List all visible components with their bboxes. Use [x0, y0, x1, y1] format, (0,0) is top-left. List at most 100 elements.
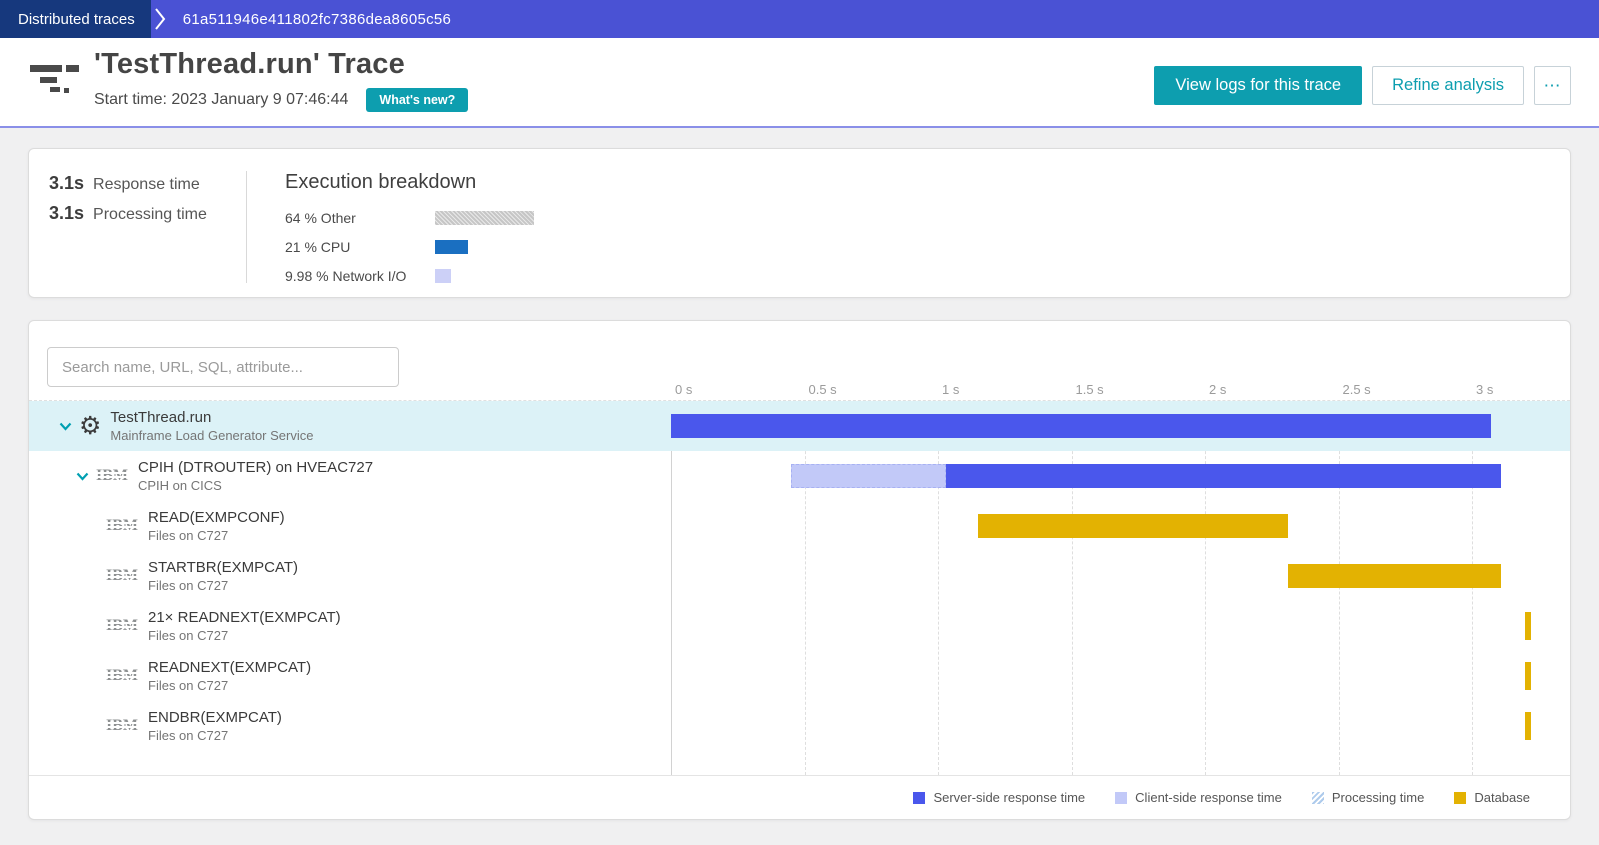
- trace-row-tree-cell: IBM 21× READNEXT(EXMPCAT) Files on C727: [29, 601, 671, 651]
- span-service: Files on C727: [148, 528, 229, 543]
- span-name: READNEXT(EXMPCAT): [148, 659, 312, 676]
- breadcrumb-distributed-traces[interactable]: Distributed traces: [0, 0, 151, 38]
- trace-row-labels: READ(EXMPCONF) Files on C727: [148, 508, 285, 544]
- metric-value: 3.1s: [49, 203, 85, 223]
- span-service: CPIH on CICS: [138, 478, 222, 493]
- trace-row-tree-cell: IBM ENDBR(EXMPCAT) Files on C727: [29, 701, 671, 751]
- trace-row-chart-cell: [671, 601, 1570, 651]
- span-service: Files on C727: [148, 578, 229, 593]
- axis-tick-label: 1 s: [942, 382, 960, 397]
- legend-label: Processing time: [1331, 790, 1425, 805]
- timing-bar-database[interactable]: [978, 514, 1288, 538]
- trace-row-chart-cell: [671, 401, 1570, 451]
- legend-item-server: Server-side response time: [913, 790, 1085, 805]
- trace-row-chart-cell: [671, 701, 1570, 751]
- trace-row-chart-cell: [671, 551, 1570, 601]
- axis-tick-label: 0 s: [675, 382, 693, 397]
- whats-new-badge[interactable]: What's new?: [366, 88, 469, 112]
- trace-row-tree-cell: ⚙ TestThread.run Mainframe Load Generator …: [29, 401, 671, 451]
- timing-bar-database[interactable]: [1287, 564, 1502, 588]
- metric-label: Response time: [93, 176, 200, 193]
- span-name: ENDBR(EXMPCAT): [148, 709, 282, 726]
- breadcrumb-trace-id[interactable]: 61a511946e411802fc7386dea8605c56: [171, 0, 451, 38]
- trace-row-chart-cell: [671, 451, 1570, 501]
- trace-row-labels: CPIH (DTROUTER) on HVEAC727 CPIH on CICS: [138, 458, 373, 494]
- top-breadcrumb-bar: Distributed traces 61a511946e411802fc738…: [0, 0, 1599, 38]
- legend-label: Server-side response time: [933, 790, 1086, 805]
- metric-value: 3.1s: [49, 173, 85, 193]
- timing-bar-database[interactable]: [1525, 712, 1531, 740]
- axis-tick-label: 2 s: [1209, 382, 1227, 397]
- more-actions-button[interactable]: ⋯: [1534, 66, 1571, 105]
- timing-metrics: 3.1s Response time 3.1s Processing time: [49, 171, 246, 297]
- legend-swatch-database: [1454, 791, 1467, 804]
- metric-label: Processing time: [93, 206, 207, 223]
- page-title: 'TestThread.run' Trace: [94, 48, 405, 80]
- breakdown-bar-cpu: [435, 240, 468, 254]
- chart-legend: Server-side response time Client-side res…: [29, 775, 1570, 819]
- timing-bar-server[interactable]: [671, 414, 1491, 438]
- chevron-down-icon[interactable]: [59, 422, 72, 431]
- breakdown-bar-network: [435, 269, 451, 283]
- chevron-down-icon[interactable]: [76, 472, 89, 481]
- ibm-logo-icon: IBM: [106, 717, 138, 734]
- legend-item-database: Database: [1454, 790, 1530, 805]
- axis-tick-label: 2.5 s: [1342, 382, 1371, 397]
- legend-label: Database: [1474, 790, 1530, 805]
- metric-row: 3.1s Processing time: [49, 203, 246, 224]
- breakdown-label: 64 % Other: [285, 210, 356, 226]
- breakdown-label: 21 % CPU: [285, 239, 351, 255]
- legend-swatch-processing: [1311, 791, 1324, 804]
- vertical-divider: [246, 171, 247, 283]
- timing-bar-database[interactable]: [1525, 612, 1531, 640]
- breakdown-row: 21 % CPU: [285, 239, 534, 255]
- trace-row[interactable]: IBM READNEXT(EXMPCAT) Files on C727: [29, 651, 1570, 701]
- span-service: Files on C727: [148, 728, 229, 743]
- trace-row-tree-cell: IBM STARTBR(EXMPCAT) Files on C727: [29, 551, 671, 601]
- ibm-logo-icon: IBM: [106, 567, 138, 584]
- trace-row[interactable]: IBM ENDBR(EXMPCAT) Files on C727: [29, 701, 1570, 751]
- trace-row[interactable]: ⚙ TestThread.run Mainframe Load Generator …: [29, 401, 1570, 451]
- breadcrumb-chevron-icon: [153, 0, 167, 38]
- axis-tick-label: 0.5 s: [808, 382, 837, 397]
- trace-row[interactable]: IBM STARTBR(EXMPCAT) Files on C727: [29, 551, 1570, 601]
- trace-row-chart-cell: [671, 501, 1570, 551]
- breakdown-row: 9.98 % Network I/O: [285, 268, 534, 284]
- trace-row-labels: ENDBR(EXMPCAT) Files on C727: [148, 708, 282, 744]
- trace-waterfall-icon: [28, 52, 84, 100]
- trace-row[interactable]: IBM READ(EXMPCONF) Files on C727: [29, 501, 1570, 551]
- trace-row-tree-cell: IBM CPIH (DTROUTER) on HVEAC727 CPIH on CI…: [29, 451, 671, 501]
- trace-row[interactable]: IBM CPIH (DTROUTER) on HVEAC727 CPIH on CI…: [29, 451, 1570, 501]
- view-logs-button[interactable]: View logs for this trace: [1154, 66, 1363, 105]
- legend-item-processing: Processing time: [1311, 790, 1425, 805]
- service-gear-icon: ⚙: [79, 411, 102, 440]
- breakdown-label: 9.98 % Network I/O: [285, 268, 407, 284]
- page-header: 'TestThread.run' Trace Start time: 2023 …: [0, 38, 1599, 128]
- timing-bar-database[interactable]: [1525, 662, 1531, 690]
- timing-bar-server[interactable]: [946, 464, 1502, 488]
- timing-bar-client[interactable]: [791, 464, 946, 488]
- span-name: READ(EXMPCONF): [148, 509, 285, 526]
- execution-breakdown: Execution breakdown 64 % Other 21 % CPU 9.…: [285, 171, 535, 297]
- summary-card: 3.1s Response time 3.1s Processing time Exe…: [28, 148, 1571, 298]
- trace-row-labels: STARTBR(EXMPCAT) Files on C727: [148, 558, 298, 594]
- start-time-label: Start time: 2023 January 9 07:46:44: [94, 91, 349, 108]
- trace-row-tree-cell: IBM READ(EXMPCONF) Files on C727: [29, 501, 671, 551]
- trace-tree: ⚙ TestThread.run Mainframe Load Generator …: [29, 401, 1570, 751]
- trace-row-labels: TestThread.run Mainframe Load Generator S…: [110, 408, 313, 444]
- breadcrumb-label: Distributed traces: [18, 10, 135, 28]
- ibm-logo-icon: IBM: [106, 517, 138, 534]
- legend-label: Client-side response time: [1135, 790, 1282, 805]
- ibm-logo-icon: IBM: [106, 617, 138, 634]
- trace-row[interactable]: IBM 21× READNEXT(EXMPCAT) Files on C727: [29, 601, 1570, 651]
- axis-tick-label: 1.5 s: [1075, 382, 1104, 397]
- span-name: STARTBR(EXMPCAT): [148, 559, 299, 576]
- ibm-logo-icon: IBM: [96, 467, 128, 484]
- legend-swatch-client: [1115, 791, 1128, 804]
- span-service: Files on C727: [148, 678, 229, 693]
- refine-analysis-button[interactable]: Refine analysis: [1372, 66, 1524, 105]
- legend-swatch-server: [913, 791, 926, 804]
- legend-item-client: Client-side response time: [1115, 790, 1282, 805]
- span-name: CPIH (DTROUTER) on HVEAC727: [138, 459, 374, 476]
- span-service: Files on C727: [148, 628, 229, 643]
